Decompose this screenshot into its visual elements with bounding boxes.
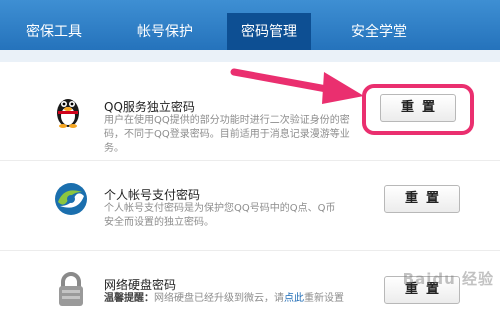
click-here-link[interactable]: 点此 — [284, 293, 304, 304]
lock-icon — [59, 272, 83, 306]
notice-label: 温馨提醒： — [104, 293, 154, 304]
item-description: 用户在使用QQ提供的部分功能时进行二次验证身份的密码，不同于QQ登录密码。目前适… — [104, 115, 350, 154]
divider — [0, 250, 500, 251]
item-description: 温馨提醒：网络硬盘已经升级到微云，请点此重新设置 — [104, 292, 394, 306]
penguin-icon — [57, 99, 79, 128]
tab-security-school[interactable]: 安全学堂 — [320, 13, 438, 51]
item-description: 个人帐号支付密码是为保护您QQ号码中的Q点、Q币安全而设置的独立密码。 — [104, 203, 336, 228]
item-title: QQ服务独立密码 — [104, 100, 195, 114]
notice-text: 网络硬盘已经升级到微云，请 — [154, 293, 284, 304]
swirl-logo-icon — [55, 183, 87, 215]
tab-password-management[interactable]: 密码管理 — [227, 13, 311, 51]
tab-security-tools[interactable]: 密保工具 — [0, 13, 108, 51]
highlight-box — [362, 84, 474, 135]
notice-tail: 重新设置 — [304, 293, 344, 304]
divider — [0, 160, 500, 161]
reset-button[interactable]: 重置 — [384, 185, 460, 213]
tabbar-underline — [0, 50, 500, 62]
item-title: 个人帐号支付密码 — [104, 188, 201, 202]
tab-account-protection[interactable]: 帐号保护 — [108, 13, 222, 51]
item-title: 网络硬盘密码 — [104, 278, 177, 292]
watermark: Baidu 经验 — [402, 270, 494, 288]
